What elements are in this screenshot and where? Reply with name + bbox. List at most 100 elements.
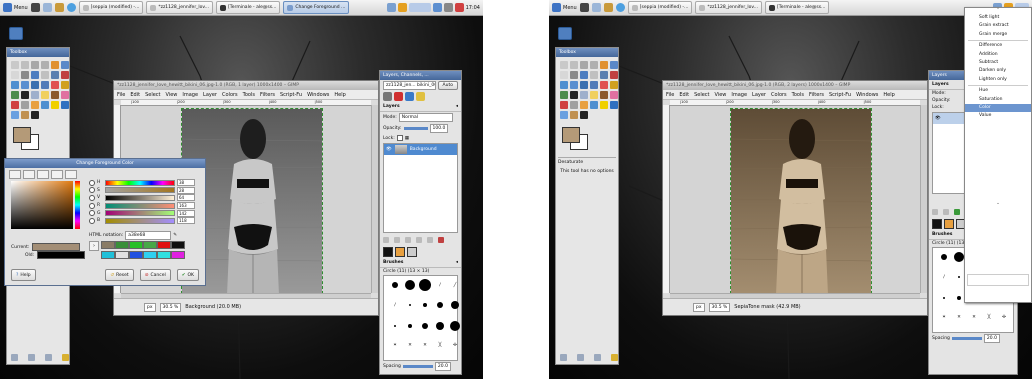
text-a-tool-icon[interactable] xyxy=(570,91,578,99)
crop-tool-icon[interactable] xyxy=(61,71,69,79)
mode-option-saturation[interactable]: Saturation xyxy=(965,96,1031,104)
fg-bg-colors[interactable] xyxy=(13,127,53,150)
network-icon[interactable] xyxy=(386,3,396,12)
scale-tool-icon[interactable] xyxy=(570,81,578,89)
spacing-value[interactable]: 20.0 xyxy=(434,362,451,371)
brush-item[interactable]: ╳ xyxy=(434,340,446,352)
delete-options-icon[interactable] xyxy=(594,354,601,361)
scissors-tool-icon[interactable] xyxy=(610,61,618,69)
new-layer-icon[interactable] xyxy=(932,209,938,215)
eyedropper-icon[interactable]: ✎ xyxy=(173,233,177,238)
pattern-mini-icon[interactable] xyxy=(407,247,417,257)
brush-item[interactable] xyxy=(389,320,401,332)
blur-tool-icon[interactable] xyxy=(11,111,19,119)
history-swatch[interactable] xyxy=(143,241,157,249)
channels-tab-icon[interactable] xyxy=(394,92,403,101)
menu-colors[interactable]: Colors xyxy=(222,92,238,98)
brush-item[interactable] xyxy=(404,299,416,311)
save-options-icon[interactable] xyxy=(560,354,567,361)
brush-item[interactable]: ✕ xyxy=(968,312,980,324)
volume-icon[interactable] xyxy=(443,3,453,12)
track-s[interactable] xyxy=(105,187,175,194)
image-window-title[interactable]: *zz1128_jennifer_love_hewitt_bikini_06.j… xyxy=(663,81,927,90)
value-h[interactable]: 38 xyxy=(177,179,195,187)
radio-h[interactable] xyxy=(89,179,95,186)
fg-color-mini-icon[interactable] xyxy=(932,219,942,229)
brush-item[interactable]: ✣ xyxy=(449,340,461,352)
photo-sepia[interactable] xyxy=(730,108,872,294)
lower-layer-icon[interactable] xyxy=(405,237,411,243)
brush-item[interactable] xyxy=(434,320,446,332)
blend-tool-icon[interactable] xyxy=(580,91,588,99)
auto-button[interactable]: Auto xyxy=(437,81,458,90)
rect-select-tool-icon[interactable] xyxy=(11,61,19,69)
mode-combo[interactable]: Normal xyxy=(398,113,453,122)
vertical-ruler[interactable] xyxy=(663,105,670,293)
flip-tool-icon[interactable] xyxy=(51,81,59,89)
ink-tool-icon[interactable] xyxy=(21,101,29,109)
slider-r[interactable]: R 163 xyxy=(89,202,203,210)
brushes-menu-icon[interactable]: ◂ xyxy=(456,260,458,265)
track-r[interactable] xyxy=(105,202,175,209)
pencil-tool-icon[interactable] xyxy=(41,91,49,99)
free-select-tool-icon[interactable] xyxy=(580,61,588,69)
rotate-tool-icon[interactable] xyxy=(560,81,568,89)
measure-tool-icon[interactable] xyxy=(590,71,598,79)
brush-item[interactable]: / xyxy=(938,271,950,283)
zoom-combo[interactable]: 30.5 % xyxy=(708,302,731,312)
fuzzy-select-tool-icon[interactable] xyxy=(41,61,49,69)
scales-selector-tab-icon[interactable] xyxy=(65,170,77,179)
heal-tool-icon[interactable] xyxy=(590,101,598,109)
clone-tool-icon[interactable] xyxy=(580,101,588,109)
taskbar-task-terminal[interactable]: [Terminale - ale@ss... xyxy=(216,1,281,14)
menu-windows[interactable]: Windows xyxy=(856,92,878,98)
history-swatch[interactable] xyxy=(129,241,143,249)
brush-item[interactable] xyxy=(389,279,401,291)
menu-colors[interactable]: Colors xyxy=(771,92,787,98)
menu-windows[interactable]: Windows xyxy=(307,92,329,98)
free-select-tool-icon[interactable] xyxy=(31,61,39,69)
zoom-combo[interactable]: 30.5 % xyxy=(159,302,182,312)
history-swatch[interactable] xyxy=(115,241,129,249)
value-v[interactable]: 64 xyxy=(177,194,195,202)
taskbar-task-image[interactable]: *zz1128_jennifer_lov... xyxy=(695,1,763,14)
taskbar-task-seppia[interactable]: [seppia (modified) -... xyxy=(78,1,144,14)
menu-filters[interactable]: Filters xyxy=(260,92,275,98)
vertical-scrollbar[interactable] xyxy=(371,105,378,293)
menu-help[interactable]: Help xyxy=(334,92,345,98)
brush-item[interactable] xyxy=(419,279,431,291)
history-swatch[interactable] xyxy=(143,251,157,259)
anchor-layer-icon[interactable] xyxy=(427,237,433,243)
delete-layer-icon[interactable] xyxy=(438,237,444,243)
mode-option-difference[interactable]: Difference xyxy=(965,42,1031,50)
lock-alpha-checkbox[interactable] xyxy=(396,135,403,141)
history-swatch[interactable] xyxy=(171,251,185,259)
radio-b[interactable] xyxy=(89,217,95,224)
triangle-selector-tab-icon[interactable] xyxy=(37,170,49,179)
value-g[interactable]: 142 xyxy=(177,209,195,217)
airbrush-tool-icon[interactable] xyxy=(11,101,19,109)
foreground-color-swatch[interactable] xyxy=(13,127,31,143)
ellipse-select-tool-icon[interactable] xyxy=(21,61,29,69)
taskbar-task-seppia[interactable]: [seppia (modified) -... xyxy=(627,1,693,14)
brush-item[interactable] xyxy=(938,292,950,304)
shear-tool-icon[interactable] xyxy=(31,81,39,89)
history-arrow-button[interactable]: › xyxy=(89,241,99,251)
scale-tool-icon[interactable] xyxy=(21,81,29,89)
display-icon[interactable] xyxy=(432,3,442,12)
menu-script-fu[interactable]: Script-Fu xyxy=(829,92,851,98)
brush-item[interactable] xyxy=(404,279,416,291)
shear-tool-icon[interactable] xyxy=(580,81,588,89)
spacing-value[interactable]: 20.0 xyxy=(983,334,1000,343)
scroll-down-arrow-icon[interactable]: ⌄ xyxy=(965,201,1031,207)
eye-icon[interactable]: 👁 xyxy=(935,116,941,121)
unit-combo[interactable]: px xyxy=(144,302,156,312)
move-tool-icon[interactable] xyxy=(51,71,59,79)
pencil-tool-icon[interactable] xyxy=(590,91,598,99)
new-layer-icon[interactable] xyxy=(383,237,389,243)
slider-v[interactable]: V 64 xyxy=(89,194,203,202)
zoom-tool-icon[interactable] xyxy=(31,71,39,79)
warning-icon[interactable] xyxy=(397,3,407,12)
rect-select-tool-icon[interactable] xyxy=(560,61,568,69)
bg-color-mini-icon[interactable] xyxy=(944,219,954,229)
